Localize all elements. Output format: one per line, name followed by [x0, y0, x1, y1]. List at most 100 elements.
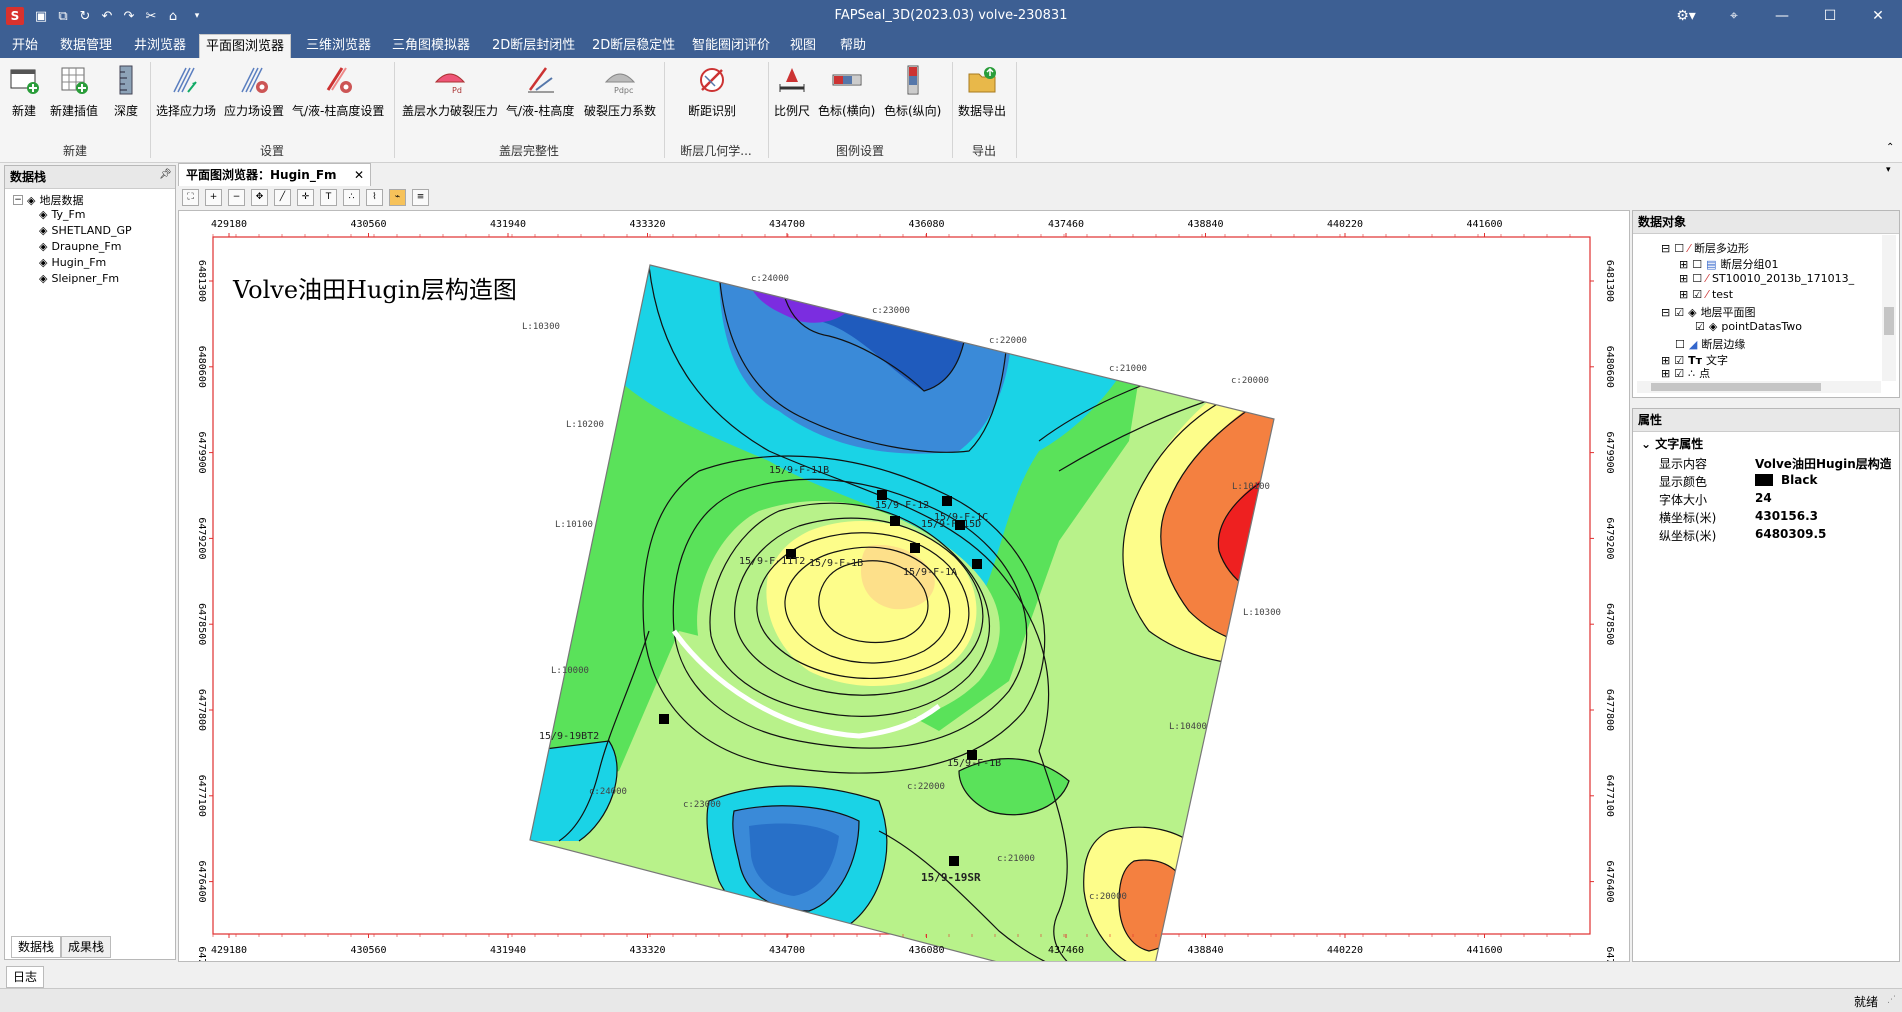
vertical-scrollbar[interactable] — [1882, 235, 1896, 381]
tree-item-hugin-fm[interactable]: ◈ Hugin_Fm — [39, 256, 106, 269]
zoom-out-icon[interactable]: − — [228, 189, 245, 206]
minimize-button[interactable]: — — [1764, 4, 1800, 28]
throw-detection-button[interactable]: 断距识别 — [688, 64, 736, 130]
tree-item-sleipner-fm[interactable]: ◈ Sleipner_Fm — [39, 272, 119, 285]
tools-icon[interactable]: ⚙▾ — [1668, 4, 1704, 28]
checkbox-checked[interactable]: ☑ — [1674, 368, 1684, 378]
well-marker[interactable] — [942, 496, 952, 506]
well-marker[interactable] — [890, 516, 900, 526]
checkbox-checked[interactable]: ☑ — [1695, 320, 1705, 333]
properties-section[interactable]: ⌄ 文字属性 — [1641, 435, 1703, 452]
colorbar-horizontal-button[interactable]: 色标(横向) — [818, 64, 875, 130]
checkbox-checked[interactable]: ☑ — [1692, 288, 1702, 301]
well-marker[interactable] — [877, 490, 887, 500]
scrollbar-thumb[interactable] — [1651, 383, 1821, 391]
well-marker[interactable] — [949, 856, 959, 866]
property-value[interactable]: 430156.3 — [1755, 509, 1818, 523]
cap-hydraulic-fracture-button[interactable]: Pd 盖层水力破裂压力 — [402, 64, 498, 130]
resize-grip-icon[interactable]: ⋰ — [1887, 995, 1896, 1005]
zoom-in-icon[interactable]: + — [205, 189, 222, 206]
expand-icon[interactable]: ⊞ — [1661, 368, 1670, 378]
tree-item-text[interactable]: ⊞ ☑ Tт 文字 — [1661, 352, 1728, 368]
tree-item-point[interactable]: ⊞ ☑ ∴ 点 — [1661, 368, 1710, 378]
tree-item-test[interactable]: ⊞ ☑ ⁄ test — [1679, 288, 1733, 301]
layers-tool-icon[interactable]: ≡ — [412, 189, 429, 206]
checkbox[interactable]: ☐ — [1675, 338, 1685, 351]
new-button[interactable]: 新建 — [8, 64, 40, 130]
tree-item-fault-group[interactable]: ⊞ ☐ ▤ 断层分组01 — [1679, 256, 1779, 272]
tab-dropdown-icon[interactable]: ▾ — [1886, 165, 1891, 175]
tab-triangle-simulator[interactable]: 三角图模拟器 — [386, 34, 476, 58]
checkbox[interactable]: ☐ — [1692, 258, 1702, 271]
tree-item-point-datas[interactable]: ☑ ◈ pointDatasTwo — [1695, 320, 1802, 333]
tab-trap-evaluation[interactable]: 智能圈闭评价 — [686, 34, 776, 58]
scale-bar-button[interactable]: 比例尺 — [774, 64, 810, 130]
document-tab[interactable]: 平面图浏览器：Hugin_Fm ✕ — [178, 163, 371, 186]
tab-data-stack[interactable]: 数据栈 — [11, 936, 62, 958]
checkbox-checked[interactable]: ☑ — [1674, 306, 1684, 319]
new-interpolation-button[interactable]: 新建插值 — [50, 64, 98, 130]
tree-root[interactable]: − ◈ 地层数据 — [13, 192, 83, 208]
column-height-settings-button[interactable]: 气/液-柱高度设置 — [292, 64, 384, 130]
tab-map-browser[interactable]: 平面图浏览器 — [199, 34, 292, 59]
expand-icon[interactable]: ⊟ — [1661, 242, 1670, 255]
tree-item-draupne-fm[interactable]: ◈ Draupne_Fm — [39, 240, 121, 253]
pin-icon[interactable]: 📌︎ — [159, 169, 172, 180]
tab-start[interactable]: 开始 — [6, 34, 44, 58]
tab-2d-fault-stability[interactable]: 2D断层稳定性 — [586, 34, 681, 58]
gas-liquid-column-button[interactable]: 气/液-柱高度 — [506, 64, 574, 130]
colorbar-vertical-button[interactable]: 色标(纵向) — [884, 64, 941, 130]
focus-icon[interactable]: ⌖ — [1716, 4, 1752, 28]
text-tool-icon[interactable]: T — [320, 189, 337, 206]
tab-view[interactable]: 视图 — [784, 34, 822, 58]
horizontal-scrollbar[interactable] — [1637, 381, 1881, 393]
zoom-extent-icon[interactable]: ⛶ — [182, 189, 199, 206]
collapse-ribbon-icon[interactable]: ⌃ — [1886, 142, 1894, 153]
close-tab-icon[interactable]: ✕ — [354, 164, 364, 186]
collapse-icon[interactable]: ⌄ — [1641, 437, 1651, 451]
crosshair-icon[interactable]: ✛ — [297, 189, 314, 206]
property-value[interactable]: 6480309.5 — [1755, 527, 1826, 541]
expand-icon[interactable]: ⊞ — [1661, 354, 1670, 367]
tree-item-fault-edge[interactable]: ☐ ◢ 断层边缘 — [1675, 336, 1745, 352]
close-button[interactable]: ✕ — [1860, 4, 1896, 28]
tab-3d-browser[interactable]: 三维浏览器 — [300, 34, 377, 58]
property-row-font-size[interactable]: 字体大小 24 — [1633, 489, 1893, 507]
maximize-button[interactable]: ☐ — [1812, 4, 1848, 28]
property-row-content[interactable]: 显示内容 Volve油田Hugin层构造 — [1633, 453, 1893, 471]
pan-icon[interactable]: ✥ — [251, 189, 268, 206]
collapse-icon[interactable]: − — [13, 195, 23, 205]
tree-item-st10010[interactable]: ⊞ ☐ ⁄ ST10010_2013b_171013_ — [1679, 272, 1854, 285]
checkbox[interactable]: ☐ — [1674, 242, 1684, 255]
log-tab[interactable]: 日志 — [6, 966, 44, 988]
tree-item-shetland-gp[interactable]: ◈ SHETLAND_GP — [39, 224, 132, 237]
tree-item-fault-polygon[interactable]: ⊟ ☐ ⁄ 断层多边形 — [1661, 240, 1749, 256]
tree-item-strata-map[interactable]: ⊟ ☑ ◈ 地层平面图 — [1661, 304, 1756, 320]
fill-tool-icon[interactable]: ⌁ — [389, 189, 406, 206]
checkbox[interactable]: ☐ — [1692, 272, 1702, 285]
points-tool-icon[interactable]: ∴ — [343, 189, 360, 206]
property-value[interactable]: 24 — [1755, 491, 1772, 505]
select-stress-field-button[interactable]: 选择应力场 — [156, 64, 216, 130]
fracture-pressure-coef-button[interactable]: Pdpc 破裂压力系数 — [584, 64, 656, 130]
property-row-color[interactable]: 显示颜色 Black — [1633, 471, 1893, 489]
property-row-y[interactable]: 纵坐标(米) 6480309.5 — [1633, 525, 1893, 543]
well-marker[interactable] — [910, 543, 920, 553]
property-row-x[interactable]: 横坐标(米) 430156.3 — [1633, 507, 1893, 525]
scrollbar-thumb[interactable] — [1884, 307, 1894, 335]
well-marker[interactable] — [972, 559, 982, 569]
checkbox-checked[interactable]: ☑ — [1674, 354, 1684, 367]
tree-item-ty-fm[interactable]: ◈ Ty_Fm — [39, 208, 86, 221]
tab-well-browser[interactable]: 井浏览器 — [128, 34, 192, 58]
tab-data-management[interactable]: 数据管理 — [54, 34, 118, 58]
tab-2d-fault-seal[interactable]: 2D断层封闭性 — [486, 34, 581, 58]
structure-map[interactable]: Volve油田Hugin层构造图 429180 429180 430560 43056… — [179, 211, 1629, 961]
tab-result-stack[interactable]: 成果栈 — [61, 936, 112, 958]
expand-icon[interactable]: ⊞ — [1679, 272, 1688, 285]
map-title[interactable]: Volve油田Hugin层构造图 — [232, 276, 517, 304]
expand-icon[interactable]: ⊟ — [1661, 306, 1670, 319]
draw-line-icon[interactable]: ╱ — [274, 189, 291, 206]
expand-icon[interactable]: ⊞ — [1679, 258, 1688, 271]
depth-button[interactable]: 深度 — [110, 64, 142, 130]
property-value[interactable]: Black — [1755, 473, 1817, 487]
